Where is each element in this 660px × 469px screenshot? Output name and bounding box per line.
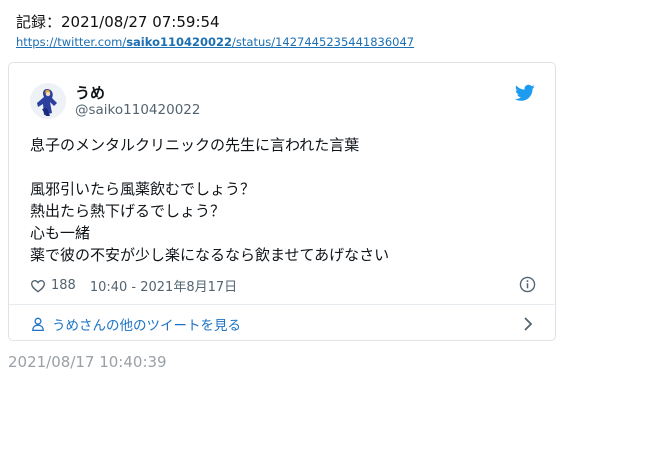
tweet-timestamp[interactable]: 10:40 - 2021年8月17日 — [90, 276, 237, 295]
chevron-right-icon[interactable] — [523, 316, 533, 332]
info-icon[interactable] — [519, 276, 536, 293]
saved-time: 2021/08/17 10:40:39 — [8, 353, 167, 371]
tweet-meta: 188 10:40 - 2021年8月17日 — [30, 276, 237, 295]
heart-icon[interactable] — [30, 278, 46, 294]
tweet-line — [30, 156, 530, 178]
tweet-line: 風邪引いたら風薬飲むでしょう？ — [30, 180, 256, 198]
tweet-line: 薬で彼の不安が少し楽になるなら飲ませてあげなさい — [30, 246, 390, 264]
tweet-line: 心も一緒 — [30, 224, 91, 242]
url-user: saiko110420022 — [126, 35, 233, 49]
like-count: 188 — [51, 278, 76, 293]
tweet-card: うめ @saiko110420022 息子のメンタルクリニックの先生に言われた言… — [8, 62, 556, 341]
user-handle[interactable]: @saiko110420022 — [75, 102, 200, 118]
display-name[interactable]: うめ — [75, 82, 105, 103]
url-suffix: /status/1427445235441836047 — [232, 35, 415, 49]
more-tweets-link[interactable]: うめさんの他のツイートを見る — [30, 314, 241, 334]
tweet-text: 息子のメンタルクリニックの先生に言われた言葉 風邪引いたら風薬飲むでしょう？ 熱… — [30, 134, 530, 266]
twitter-bird-icon[interactable] — [515, 84, 535, 102]
url-prefix: https://twitter.com/ — [16, 35, 127, 49]
tweet-source-link[interactable]: https://twitter.com/saiko110420022/statu… — [16, 35, 414, 49]
more-tweets-label: うめさんの他のツイートを見る — [52, 318, 241, 334]
tweet-line: 息子のメンタルクリニックの先生に言われた言葉 — [30, 136, 360, 154]
card-divider — [9, 304, 555, 305]
person-icon — [32, 317, 44, 332]
record-timestamp: 記録：2021/08/27 07:59:54 — [16, 13, 220, 31]
tweet-line: 熱出たら熱下げるでしょう？ — [30, 202, 226, 220]
avatar[interactable] — [30, 83, 66, 119]
